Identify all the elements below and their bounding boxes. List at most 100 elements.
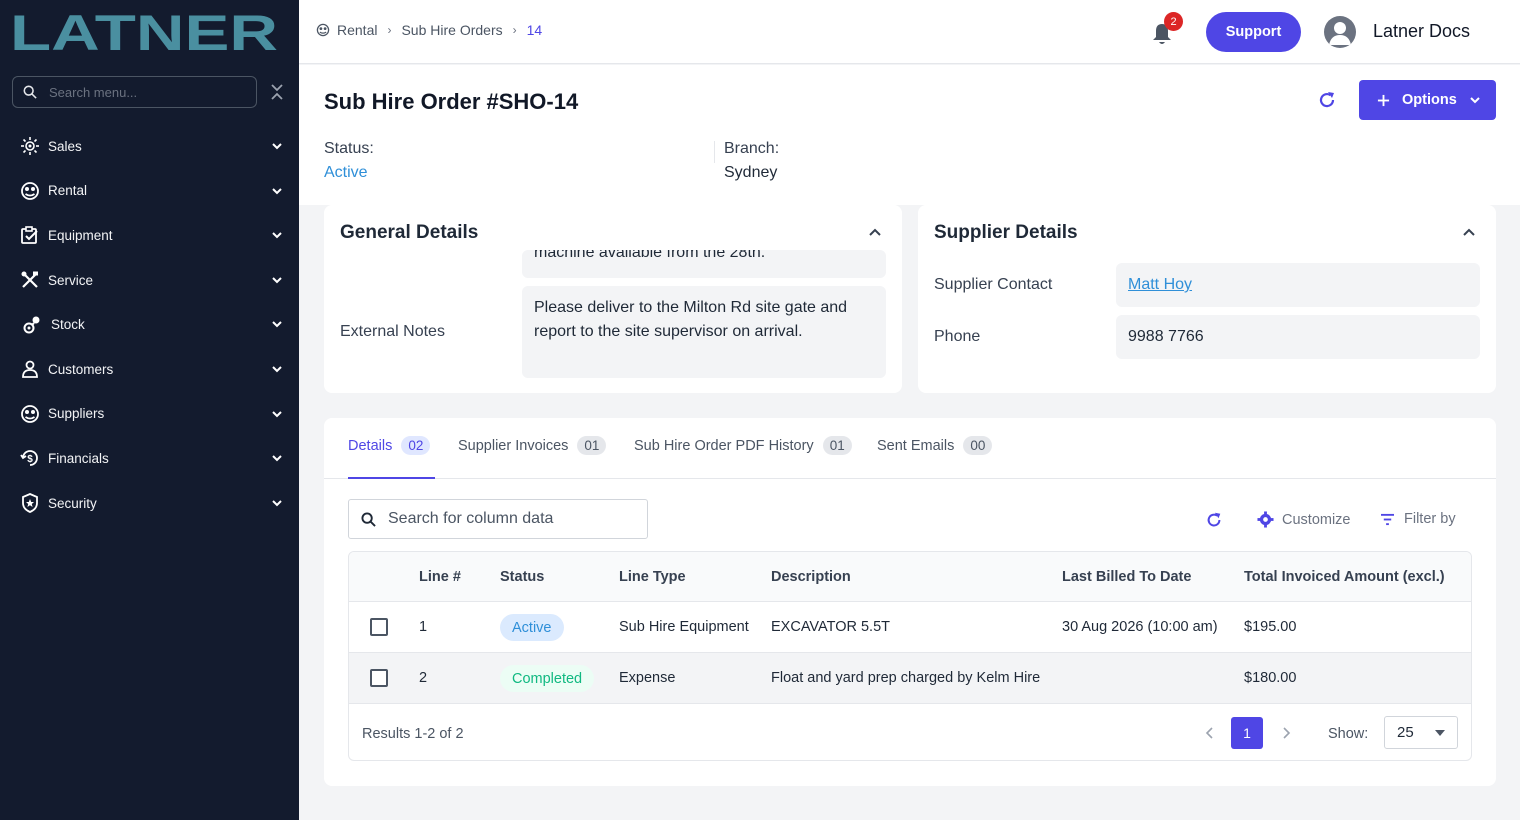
chevron-down-icon — [272, 277, 282, 284]
order-number: #SHO-14 — [486, 89, 579, 114]
table-search[interactable] — [348, 499, 648, 539]
tab-pdf-history[interactable]: Sub Hire Order PDF History 01 — [634, 436, 852, 455]
divider — [714, 141, 715, 163]
equipment-icon — [20, 225, 40, 245]
user-icon — [1329, 22, 1351, 45]
breadcrumb-sub-hire-orders[interactable]: Sub Hire Orders — [401, 22, 502, 38]
phone-value: 9988 7766 — [1116, 315, 1480, 359]
refresh-icon[interactable] — [1317, 90, 1337, 110]
sidebar-item-service[interactable]: Service — [0, 258, 299, 303]
external-notes-value: Please deliver to the Milton Rd site gat… — [522, 286, 886, 378]
search-icon — [361, 511, 376, 527]
tab-details[interactable]: Details 02 — [348, 436, 431, 455]
external-notes-label: External Notes — [340, 323, 445, 340]
customize-label: Customize — [1282, 511, 1351, 528]
sidebar-item-rental[interactable]: Rental — [0, 169, 299, 214]
filter-button[interactable]: Filter by — [1380, 511, 1456, 527]
sales-icon — [20, 136, 40, 156]
line-number: 2 — [419, 670, 428, 686]
chevron-up-icon[interactable] — [868, 225, 882, 239]
security-icon — [20, 493, 40, 514]
table-row[interactable]: 2 Completed Expense Float and yard prep … — [349, 653, 1471, 704]
card-title: Supplier Details — [934, 222, 1078, 243]
tab-label: Sent Emails — [877, 437, 955, 454]
chevron-down-icon — [272, 410, 282, 417]
sidebar-item-suppliers[interactable]: Suppliers — [0, 392, 299, 437]
suppliers-icon — [20, 404, 40, 424]
user-name[interactable]: Latner Docs — [1373, 21, 1470, 42]
table-row[interactable]: 1 Active Sub Hire Equipment EXCAVATOR 5.… — [349, 602, 1471, 653]
page-title: Sub Hire Order #SHO-14 — [324, 89, 578, 115]
sidebar-item-equipment[interactable]: Equipment — [0, 213, 299, 258]
support-button[interactable]: Support — [1206, 12, 1301, 52]
sidebar-item-customers[interactable]: Customers — [0, 347, 299, 392]
tab-label: Supplier Invoices — [458, 437, 569, 454]
sidebar-item-financials[interactable]: $ Financials — [0, 436, 299, 481]
sidebar-item-stock[interactable]: Stock — [0, 302, 299, 347]
internal-notes-text: machine available from the 28th. — [534, 250, 766, 261]
tab-bar: Details 02 Supplier Invoices 01 Sub Hire… — [324, 418, 1496, 479]
supplier-contact-label: Supplier Contact — [934, 276, 1053, 293]
caret-down-icon — [1435, 730, 1445, 736]
sidebar-search-input[interactable] — [49, 84, 239, 100]
latner-logo[interactable]: LATNER — [10, 10, 280, 54]
chevron-left-icon[interactable] — [1204, 726, 1216, 740]
total-invoiced: $180.00 — [1244, 670, 1297, 686]
sidebar-search[interactable] — [12, 76, 257, 108]
chevron-down-icon — [272, 143, 282, 150]
breadcrumb-rental[interactable]: Rental — [337, 22, 377, 38]
sidebar-item-security[interactable]: Security — [0, 481, 299, 526]
column-header[interactable]: Total Invoiced Amount (excl.) — [1244, 569, 1445, 585]
order-header: Sub Hire Order #SHO-14 Options Status: Ac… — [299, 65, 1520, 205]
gear-icon — [1257, 511, 1274, 528]
card-title: General Details — [340, 222, 479, 243]
collapse-sidebar-icon[interactable] — [268, 82, 286, 102]
column-header[interactable]: Line # — [419, 569, 461, 585]
sidebar-nav: Sales Rental Equipment Service Stock Cus… — [0, 124, 299, 525]
column-header[interactable]: Description — [771, 569, 851, 585]
sidebar-item-label: Stock — [51, 317, 85, 333]
page-size-select[interactable]: 25 — [1384, 716, 1458, 749]
plus-icon — [1377, 94, 1390, 106]
column-header[interactable]: Last Billed To Date — [1062, 569, 1191, 585]
chevron-up-icon[interactable] — [1462, 225, 1476, 239]
tab-sent-emails[interactable]: Sent Emails 00 — [877, 436, 993, 455]
status-value: Active — [324, 164, 368, 181]
table-search-input[interactable] — [388, 510, 628, 528]
page-title-text: Sub Hire Order — [324, 89, 481, 114]
status-badge: Active — [500, 614, 564, 641]
last-billed-date: 30 Aug 2026 (10:00 am) — [1062, 619, 1218, 635]
row-checkbox[interactable] — [370, 669, 388, 687]
sidebar-item-label: Sales — [48, 138, 82, 154]
page-size-value: 25 — [1397, 724, 1414, 741]
customize-button[interactable]: Customize — [1257, 511, 1351, 528]
avatar[interactable] — [1324, 16, 1356, 48]
tab-count: 02 — [401, 436, 431, 455]
supplier-contact-link[interactable]: Matt Hoy — [1128, 276, 1192, 294]
row-checkbox[interactable] — [370, 618, 388, 636]
breadcrumb-current: 14 — [526, 22, 543, 38]
description: EXCAVATOR 5.5T — [771, 619, 890, 635]
total-invoiced: $195.00 — [1244, 619, 1297, 635]
show-label: Show: — [1328, 726, 1369, 742]
sidebar-item-label: Suppliers — [48, 406, 105, 422]
table-header: Line # Status Line Type Description Last… — [349, 552, 1471, 602]
svg-text:$: $ — [27, 454, 33, 465]
refresh-icon[interactable] — [1205, 511, 1223, 529]
supplier-contact-value: Matt Hoy — [1116, 263, 1480, 307]
chevron-right-icon[interactable] — [1280, 726, 1292, 740]
phone-label: Phone — [934, 328, 981, 345]
column-header[interactable]: Line Type — [619, 569, 686, 585]
status-field: Status: Active — [324, 140, 374, 182]
sidebar-item-sales[interactable]: Sales — [0, 124, 299, 169]
lines-table: Line # Status Line Type Description Last… — [348, 551, 1472, 761]
page-button-current[interactable]: 1 — [1231, 717, 1263, 749]
line-type: Sub Hire Equipment — [619, 619, 749, 635]
filter-label: Filter by — [1404, 511, 1456, 527]
column-header[interactable]: Status — [500, 569, 544, 585]
options-button[interactable]: Options — [1359, 80, 1496, 120]
stock-icon — [23, 315, 43, 335]
general-details-card: General Details machine available from t… — [324, 205, 902, 393]
tab-supplier-invoices[interactable]: Supplier Invoices 01 — [458, 436, 607, 455]
supplier-details-card: Supplier Details Supplier Contact Matt H… — [918, 205, 1496, 393]
